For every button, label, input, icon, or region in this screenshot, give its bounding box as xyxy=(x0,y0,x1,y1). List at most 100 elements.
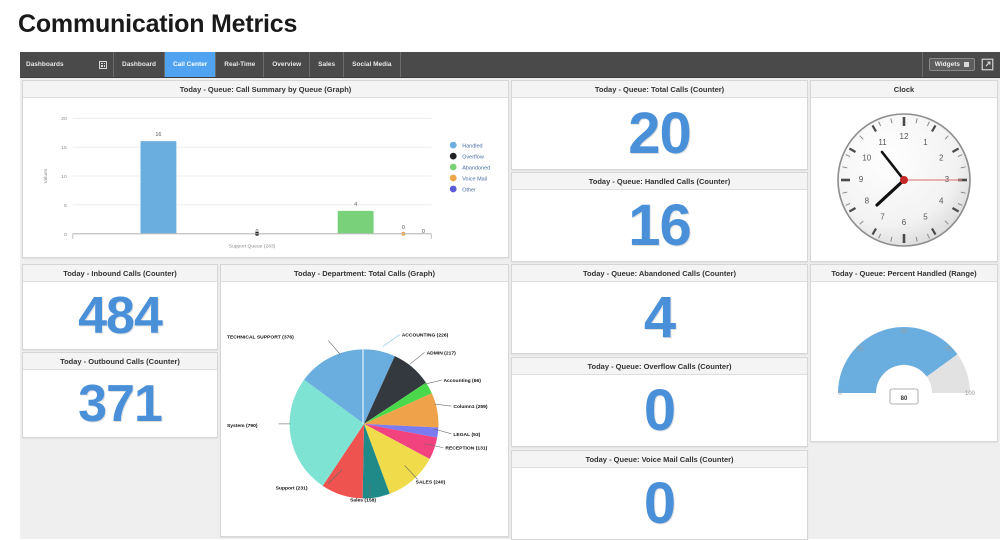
analog-clock: 12 1 2 3 4 5 6 7 8 9 10 11 xyxy=(837,112,971,247)
bar-abandoned[interactable] xyxy=(337,210,374,234)
bar-value-handled: 16 xyxy=(155,132,161,138)
panel-queue-voicemail-calls[interactable]: Today - Queue: Voice Mail Calls (Counter… xyxy=(511,450,808,540)
panel-title: Today - Queue: Overflow Calls (Counter) xyxy=(512,358,807,375)
tab-call-center[interactable]: Call Center xyxy=(164,52,217,77)
tab-social-media[interactable]: Social Media xyxy=(344,52,401,77)
legend-swatch-other xyxy=(449,185,457,193)
panel-queue-call-summary[interactable]: Today - Queue: Call Summary by Queue (Gr… xyxy=(22,80,509,258)
clock-numeral-2: 2 xyxy=(939,153,944,162)
legend-label-voicemail: Voice Mail xyxy=(462,176,487,182)
counter-body: 0 xyxy=(512,468,807,539)
panel-clock[interactable]: Clock 12 1 2 4 5 6 7 8 9 10 11 xyxy=(810,80,998,262)
panel-title: Today - Department: Total Calls (Graph) xyxy=(221,265,508,282)
pie-label-sales-upper: SALES (240) xyxy=(416,479,446,485)
bar-chart-body: 20 15 10 5 0 Values 16 0 4 0 0 Support Q… xyxy=(23,98,508,257)
legend-label-abandoned: Abandoned xyxy=(462,166,490,172)
clock-numeral-7: 7 xyxy=(880,212,885,221)
gauge-tick-75: 75 xyxy=(945,347,952,353)
pie-label-technical-support: TECHNICAL SUPPORT (376) xyxy=(227,334,294,340)
dashboard-nav-bar: Dashboards Dashboard Call Center Real-Ti… xyxy=(20,52,1000,78)
panel-title: Clock xyxy=(811,81,997,98)
legend-label-overflow: Overflow xyxy=(462,155,484,161)
counter-value-outbound-calls: 371 xyxy=(78,374,163,433)
gauge-value: 80 xyxy=(901,396,908,402)
legend-swatch-overflow xyxy=(449,152,457,160)
clock-numeral-6: 6 xyxy=(902,218,907,227)
clock-numeral-10: 10 xyxy=(862,153,871,162)
panel-department-total-calls[interactable]: Today - Department: Total Calls (Graph) xyxy=(220,264,509,537)
panel-inbound-calls[interactable]: Today - Inbound Calls (Counter) 484 xyxy=(22,264,218,350)
counter-body: 484 xyxy=(23,282,217,349)
pie-label-system: System (790) xyxy=(227,423,258,429)
panel-queue-total-calls[interactable]: Today - Queue: Total Calls (Counter) 20 xyxy=(511,80,808,170)
pie-label-column1: Column1 (259) xyxy=(453,404,487,410)
pie-label-legal: LEGAL (53) xyxy=(453,432,480,438)
counter-value-voicemail-calls: 0 xyxy=(643,470,676,536)
grid-icon xyxy=(99,60,107,69)
tab-sales[interactable]: Sales xyxy=(310,52,345,77)
gauge-tick-25: 25 xyxy=(857,347,864,353)
clock-numeral-11: 11 xyxy=(878,137,887,146)
counter-value-total-calls: 20 xyxy=(628,100,692,166)
bar-value-voicemail-2: 0 xyxy=(402,225,405,231)
counter-body: 16 xyxy=(512,190,807,261)
panel-outbound-calls[interactable]: Today - Outbound Calls (Counter) 371 xyxy=(22,352,218,438)
pie-chart: ACCOUNTING (226) ADMIN (217) Accounting … xyxy=(227,333,488,504)
expand-icon[interactable] xyxy=(981,58,994,71)
tab-overview[interactable]: Overview xyxy=(264,52,311,77)
nav-actions: Widgets xyxy=(923,52,1000,77)
widgets-button[interactable]: Widgets xyxy=(928,58,975,71)
y-tick-15: 15 xyxy=(61,145,67,151)
clock-center-pin xyxy=(900,175,908,184)
gauge-tick-100: 100 xyxy=(965,391,976,397)
panel-queue-overflow-calls[interactable]: Today - Queue: Overflow Calls (Counter) … xyxy=(511,357,808,447)
clock-numeral-12: 12 xyxy=(900,132,909,141)
panel-queue-abandoned-calls[interactable]: Today - Queue: Abandoned Calls (Counter)… xyxy=(511,264,808,354)
panel-title: Today - Queue: Call Summary by Queue (Gr… xyxy=(23,81,508,98)
tab-dashboard[interactable]: Dashboard xyxy=(114,52,165,77)
legend-swatch-voicemail xyxy=(449,174,457,182)
pie-label-accounting-lower: Accounting (66) xyxy=(443,378,481,384)
counter-value-overflow-calls: 0 xyxy=(643,377,676,443)
gauge-tick-50: 50 xyxy=(901,329,908,335)
legend-label-other: Other xyxy=(462,187,476,193)
legend-swatch-handled xyxy=(449,141,457,149)
bar-value-abandoned: 4 xyxy=(354,202,357,208)
y-axis-label: Values xyxy=(43,168,49,183)
dashboards-menu[interactable]: Dashboards xyxy=(20,52,114,77)
panel-title: Today - Outbound Calls (Counter) xyxy=(23,353,217,370)
pie-label-sales-lower: Sales (158) xyxy=(350,497,376,503)
y-tick-5: 5 xyxy=(64,203,67,209)
tab-real-time[interactable]: Real-Time xyxy=(216,52,265,77)
pie-label-reception: RECEPTION (131) xyxy=(445,446,487,452)
pie-chart-body: ACCOUNTING (226) ADMIN (217) Accounting … xyxy=(221,282,508,536)
clock-numeral-8: 8 xyxy=(865,196,870,205)
y-tick-0: 0 xyxy=(64,232,67,238)
gauge-body: 0 25 50 75 100 80 xyxy=(811,282,997,441)
clock-numeral-4: 4 xyxy=(939,196,944,205)
widgets-label: Widgets xyxy=(934,61,960,68)
counter-body: 371 xyxy=(23,370,217,437)
pie-label-admin: ADMIN (217) xyxy=(427,350,457,356)
panel-title: Today - Queue: Percent Handled (Range) xyxy=(811,265,997,282)
bar-handled[interactable] xyxy=(140,141,177,234)
widget-grid: Today - Queue: Call Summary by Queue (Gr… xyxy=(20,78,1000,540)
pie-label-support: Support (231) xyxy=(276,485,308,491)
counter-body: 0 xyxy=(512,375,807,446)
bar-chart: 20 15 10 5 0 Values 16 0 4 0 0 Support Q… xyxy=(43,116,490,250)
y-tick-10: 10 xyxy=(61,174,67,180)
counter-body: 4 xyxy=(512,282,807,353)
gauge-chart: 0 25 50 75 100 80 xyxy=(838,326,976,405)
panel-title: Today - Queue: Handled Calls (Counter) xyxy=(512,173,807,190)
widgets-box-icon xyxy=(964,62,969,67)
legend-swatch-abandoned xyxy=(449,163,457,171)
dashboards-label: Dashboards xyxy=(26,61,64,68)
panel-queue-handled-calls[interactable]: Today - Queue: Handled Calls (Counter) 1… xyxy=(511,172,808,262)
panel-queue-percent-handled[interactable]: Today - Queue: Percent Handled (Range) 0… xyxy=(810,264,998,442)
clock-numeral-5: 5 xyxy=(923,212,928,221)
panel-title: Today - Queue: Abandoned Calls (Counter) xyxy=(512,265,807,282)
x-axis-label: Support Queue (283) xyxy=(229,244,276,250)
page-title: Communication Metrics xyxy=(18,10,298,38)
nav-spacer xyxy=(401,52,923,77)
dashboard-container: Dashboards Dashboard Call Center Real-Ti… xyxy=(20,52,1000,540)
